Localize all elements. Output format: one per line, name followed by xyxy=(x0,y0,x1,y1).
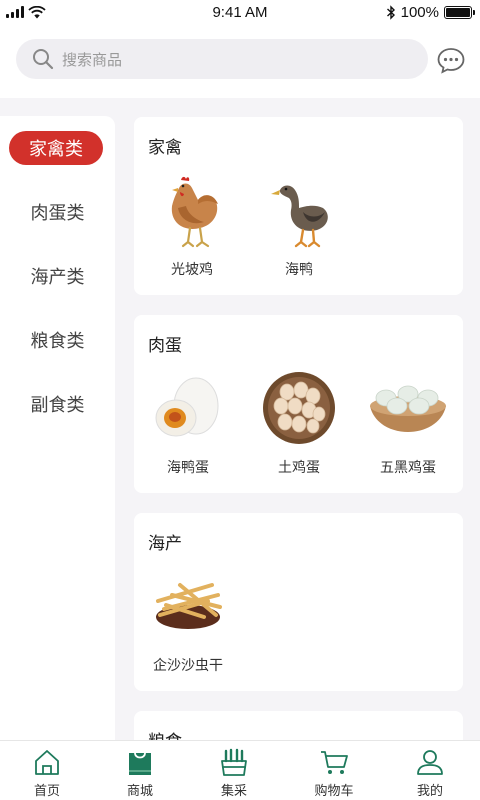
tab-mine[interactable]: 我的 xyxy=(390,747,470,799)
product-item[interactable]: 土鸡蛋 xyxy=(249,363,349,477)
egg-bowl-image xyxy=(363,363,453,453)
sidebar-item-grain[interactable]: 粮食类 xyxy=(0,323,115,357)
section-title: 家禽 xyxy=(148,138,182,157)
tab-label: 我的 xyxy=(416,783,443,798)
sidebar-item-seafood[interactable]: 海产类 xyxy=(0,259,115,293)
section-meat-eggs: 肉蛋 海鸭蛋 土鸡蛋 五黑鸡蛋 xyxy=(134,315,463,493)
category-content: 家禽类 肉蛋类 海产类 粮食类 副食类 家禽 光坡鸡 海鸭 肉蛋 海鸭蛋 土鸡蛋… xyxy=(0,98,480,740)
product-name: 海鸭蛋 xyxy=(167,459,209,475)
tab-home[interactable]: 首页 xyxy=(7,747,87,799)
shopping-bag-icon xyxy=(129,752,151,775)
signal-icon xyxy=(6,6,24,18)
battery-percent: 100% xyxy=(400,3,439,21)
search-placeholder: 搜索商品 xyxy=(62,51,123,69)
bottom-tab-bar: 首页 商城 集采 购物车 我的 xyxy=(0,740,480,800)
product-name: 企沙沙虫干 xyxy=(153,657,223,673)
status-bar: 9:41 AM 100% xyxy=(0,0,480,24)
sidebar-item-label: 海产类 xyxy=(30,267,85,287)
sidebar-item-poultry[interactable]: 家禽类 xyxy=(9,131,103,165)
message-icon[interactable] xyxy=(436,46,466,74)
section-seafood: 海产 企沙沙虫干 xyxy=(134,513,463,691)
product-name: 光坡鸡 xyxy=(171,261,213,277)
tab-label: 集采 xyxy=(220,783,247,798)
product-item[interactable]: 海鸭 xyxy=(249,165,349,279)
section-title: 海产 xyxy=(148,534,182,553)
bluetooth-icon xyxy=(386,4,395,20)
category-sidebar: 家禽类 肉蛋类 海产类 粮食类 副食类 xyxy=(0,116,115,740)
home-icon xyxy=(35,750,59,775)
tab-label: 首页 xyxy=(33,783,60,798)
duck-image xyxy=(254,165,344,255)
wifi-icon xyxy=(28,5,46,18)
sidebar-item-label: 家禽类 xyxy=(29,139,83,159)
tab-label: 商城 xyxy=(126,783,153,798)
cart-icon xyxy=(321,751,348,774)
sidebar-item-meat-eggs[interactable]: 肉蛋类 xyxy=(0,195,115,229)
section-title: 粮食 xyxy=(148,727,182,740)
sidebar-item-groceries[interactable]: 副食类 xyxy=(0,387,115,421)
search-icon xyxy=(33,49,54,70)
search-header: 搜索商品 xyxy=(0,24,480,98)
egg-basket-image xyxy=(254,363,344,453)
sidebar-item-label: 粮食类 xyxy=(30,331,85,351)
tab-label: 购物车 xyxy=(314,783,354,798)
battery-icon xyxy=(444,5,475,19)
salted-egg-image xyxy=(143,363,233,453)
search-input[interactable]: 搜索商品 xyxy=(16,39,428,79)
tab-group-buy[interactable]: 集采 xyxy=(194,747,274,799)
chicken-image xyxy=(147,165,237,255)
sidebar-item-label: 肉蛋类 xyxy=(30,203,85,223)
user-icon xyxy=(417,750,443,775)
product-name: 海鸭 xyxy=(285,261,313,277)
tab-cart[interactable]: 购物车 xyxy=(294,747,374,799)
section-poultry: 家禽 光坡鸡 海鸭 xyxy=(134,117,463,295)
product-item[interactable]: 光坡鸡 xyxy=(142,165,242,279)
product-item[interactable]: 海鸭蛋 xyxy=(138,363,238,477)
product-item[interactable]: 企沙沙虫干 xyxy=(138,561,238,675)
sidebar-item-label: 副食类 xyxy=(30,395,85,415)
basket-icon xyxy=(221,748,247,776)
tab-mall[interactable]: 商城 xyxy=(100,747,180,799)
product-name: 土鸡蛋 xyxy=(278,459,320,475)
dried-worm-image xyxy=(143,561,233,651)
section-grain: 粮食 xyxy=(134,711,463,740)
product-name: 五黑鸡蛋 xyxy=(380,459,436,475)
product-item[interactable]: 五黑鸡蛋 xyxy=(358,363,458,477)
section-title: 肉蛋 xyxy=(148,336,182,355)
